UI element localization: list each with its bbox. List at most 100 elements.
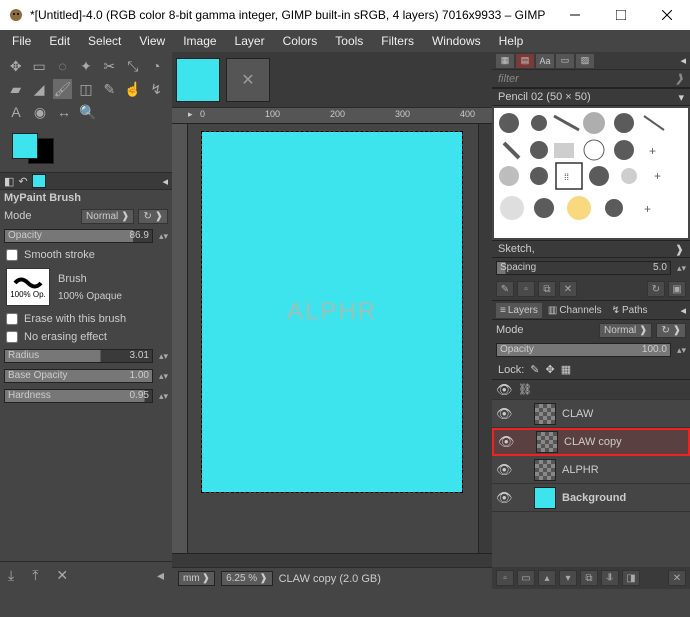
image-thumbnail[interactable] bbox=[176, 58, 220, 102]
smooth-stroke-checkbox[interactable] bbox=[6, 249, 18, 261]
tool-path[interactable]: ↯ bbox=[147, 79, 166, 99]
foreground-color[interactable] bbox=[12, 133, 38, 159]
erase-with-brush-checkbox[interactable] bbox=[6, 313, 18, 325]
duplicate-layer-icon[interactable]: ⧉ bbox=[580, 570, 598, 586]
brushes-tab[interactable]: ▦ bbox=[496, 54, 514, 68]
vertical-scrollbar[interactable] bbox=[478, 124, 492, 553]
layer-thumbnail[interactable] bbox=[534, 487, 556, 509]
dock-config-icon[interactable]: ◧ bbox=[4, 175, 14, 188]
menu-edit[interactable]: Edit bbox=[41, 32, 78, 50]
tool-measure[interactable]: ↔ bbox=[54, 102, 74, 122]
opacity-spinner[interactable]: ▴▾ bbox=[159, 231, 168, 242]
mode-dropdown[interactable]: Normal ❱ bbox=[81, 209, 134, 224]
tool-transform[interactable]: ⤡ bbox=[123, 56, 142, 76]
menu-image[interactable]: Image bbox=[175, 32, 224, 50]
lock-alpha-icon[interactable]: ▦ bbox=[561, 363, 571, 376]
menu-tools[interactable]: Tools bbox=[327, 32, 371, 50]
menu-select[interactable]: Select bbox=[80, 32, 129, 50]
layer-visibility-toggle[interactable]: 👁 bbox=[496, 462, 512, 478]
menu-filters[interactable]: Filters bbox=[373, 32, 422, 50]
open-as-image-icon[interactable]: ▣ bbox=[668, 281, 686, 297]
mode-reset-button[interactable]: ↻ ❱ bbox=[138, 209, 168, 224]
zoom-selector[interactable]: 6.25 % ❱ bbox=[221, 571, 273, 586]
duplicate-brush-icon[interactable]: ⧉ bbox=[538, 281, 556, 297]
new-group-icon[interactable]: ▭ bbox=[517, 570, 535, 586]
close-button[interactable] bbox=[644, 0, 690, 30]
layer-visibility-toggle[interactable]: 👁 bbox=[496, 406, 512, 422]
layer-thumbnail[interactable] bbox=[536, 431, 558, 453]
new-layer-icon[interactable]: ▫ bbox=[496, 570, 514, 586]
save-preset-icon[interactable]: ⤓ bbox=[8, 567, 14, 584]
layer-name[interactable]: CLAW bbox=[562, 408, 686, 420]
tool-crop[interactable]: ✂ bbox=[100, 56, 119, 76]
color-swatches[interactable] bbox=[12, 128, 166, 164]
lower-layer-icon[interactable]: ▾ bbox=[559, 570, 577, 586]
layer-name[interactable]: ALPHR bbox=[562, 464, 686, 476]
tool-rect-select[interactable]: ▭ bbox=[29, 56, 48, 76]
dock-menu-icon[interactable]: ◂ bbox=[680, 54, 686, 67]
maximize-button[interactable] bbox=[598, 0, 644, 30]
history-tab[interactable]: ▭ bbox=[556, 54, 574, 68]
layer-visibility-toggle[interactable]: 👁 bbox=[496, 490, 512, 506]
new-brush-icon[interactable]: ▫ bbox=[517, 281, 535, 297]
current-brush-label[interactable]: Pencil 02 (50 × 50)▾ bbox=[492, 88, 690, 106]
minimize-button[interactable] bbox=[552, 0, 598, 30]
fg-mini-swatch[interactable] bbox=[32, 174, 46, 188]
base-opacity-spinner[interactable]: ▴▾ bbox=[159, 371, 168, 382]
layers-tab[interactable]: ≡Layers bbox=[496, 303, 542, 318]
lock-pixels-icon[interactable]: ✎ bbox=[530, 363, 539, 376]
fonts-tab[interactable]: Aa bbox=[536, 54, 554, 68]
no-erasing-checkbox[interactable] bbox=[6, 331, 18, 343]
opacity-slider[interactable]: Opacity86.9 bbox=[4, 229, 153, 243]
unit-selector[interactable]: mm ❱ bbox=[178, 571, 215, 586]
layer-opacity-spinner[interactable]: ▴▾ bbox=[677, 345, 686, 356]
layer-opacity-slider[interactable]: Opacity100.0 bbox=[496, 343, 671, 357]
canvas[interactable]: ALPHR bbox=[188, 124, 478, 553]
layer-row-claw[interactable]: 👁 CLAW bbox=[492, 400, 690, 428]
layer-row-alphr[interactable]: 👁 ALPHR bbox=[492, 456, 690, 484]
edit-brush-icon[interactable]: ✎ bbox=[496, 281, 514, 297]
lock-position-icon[interactable]: ✥ bbox=[546, 363, 555, 376]
spacing-spinner[interactable]: ▴▾ bbox=[677, 263, 686, 274]
tool-text[interactable]: A bbox=[6, 102, 26, 122]
delete-preset-icon[interactable]: ✕ bbox=[56, 567, 68, 584]
layer-mode-dropdown[interactable]: Normal ❱ bbox=[599, 323, 652, 338]
layer-visibility-toggle[interactable]: 👁 bbox=[498, 434, 514, 450]
layer-thumbnail[interactable] bbox=[534, 459, 556, 481]
base-opacity-slider[interactable]: Base Opacity1.00 bbox=[4, 369, 153, 383]
brush-palette[interactable]: + ⁞⁞ + + bbox=[494, 108, 688, 238]
spacing-slider[interactable]: Spacing5.0 bbox=[496, 261, 671, 275]
tool-fuzzy-select[interactable]: ✦ bbox=[76, 56, 95, 76]
undo-history-icon[interactable]: ↶ bbox=[18, 175, 27, 188]
brush-category[interactable]: Sketch,❱ bbox=[492, 240, 690, 258]
channels-tab[interactable]: ▥Channels bbox=[544, 303, 606, 318]
radius-spinner[interactable]: ▴▾ bbox=[159, 351, 168, 362]
hardness-spinner[interactable]: ▴▾ bbox=[159, 391, 168, 402]
menu-view[interactable]: View bbox=[131, 32, 173, 50]
hardness-slider[interactable]: Hardness0.95 bbox=[4, 389, 153, 403]
add-mask-icon[interactable]: ◨ bbox=[622, 570, 640, 586]
layer-name[interactable]: CLAW copy bbox=[564, 436, 684, 448]
paths-tab[interactable]: ↯Paths bbox=[608, 303, 652, 318]
brush-filter[interactable]: filter❱ bbox=[492, 70, 690, 88]
layer-row-background[interactable]: 👁 Background bbox=[492, 484, 690, 512]
menu-file[interactable]: File bbox=[4, 32, 39, 50]
reset-defaults-icon[interactable]: ◂ bbox=[157, 567, 164, 584]
restore-preset-icon[interactable]: ⤒ bbox=[32, 567, 38, 584]
layer-name[interactable]: Background bbox=[562, 492, 686, 504]
close-image-button[interactable]: ✕ bbox=[226, 58, 270, 102]
menu-colors[interactable]: Colors bbox=[275, 32, 326, 50]
patterns-tab[interactable]: ▤ bbox=[516, 54, 534, 68]
brush-preview[interactable]: 100% Op. bbox=[6, 268, 50, 306]
layer-thumbnail[interactable] bbox=[534, 403, 556, 425]
menu-help[interactable]: Help bbox=[491, 32, 532, 50]
menu-layer[interactable]: Layer bbox=[227, 32, 273, 50]
tool-smudge[interactable]: ☝ bbox=[123, 79, 142, 99]
artboard[interactable]: ALPHR bbox=[202, 132, 462, 492]
delete-brush-icon[interactable]: ✕ bbox=[559, 281, 577, 297]
refresh-brushes-icon[interactable]: ↻ bbox=[647, 281, 665, 297]
layers-dock-menu-icon[interactable]: ◂ bbox=[680, 304, 686, 317]
gradients-tab[interactable]: ▨ bbox=[576, 54, 594, 68]
tool-eraser[interactable]: ◫ bbox=[76, 79, 95, 99]
ruler-vertical[interactable] bbox=[172, 124, 188, 553]
